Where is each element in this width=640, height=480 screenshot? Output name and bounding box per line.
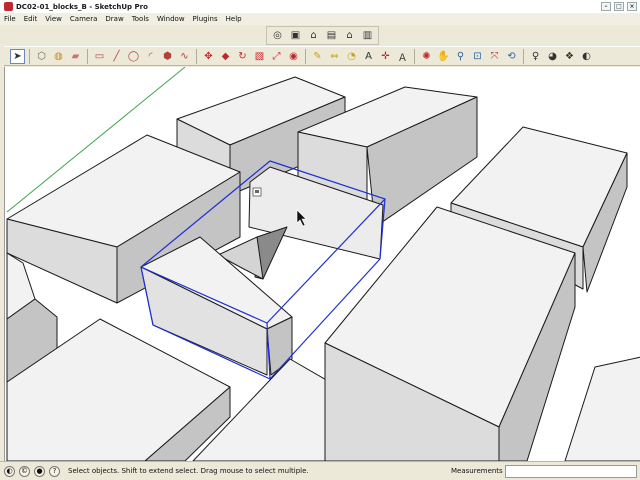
polygon-icon[interactable]: ⬢	[160, 49, 175, 64]
toolbar-separator	[305, 48, 306, 64]
toolbar-separator	[196, 48, 197, 64]
eraser-icon[interactable]: ▰	[68, 49, 83, 64]
move-icon[interactable]: ✥	[201, 49, 216, 64]
menu-draw[interactable]: Draw	[101, 15, 127, 23]
push-pull-icon[interactable]: ◆	[218, 49, 233, 64]
main-toolbar: ➤ ⬡ ◍ ▰ ▭ ╱ ◯ ◜ ⬢ ∿ ✥ ◆ ↻ ▧ ⤢ ◉ ✎ ⇔ ◔ A …	[4, 46, 640, 66]
menu-plugins[interactable]: Plugins	[189, 15, 222, 23]
freehand-icon[interactable]: ∿	[177, 49, 192, 64]
zoom-window-icon[interactable]: ⊡	[470, 49, 485, 64]
maximize-icon[interactable]: □	[614, 2, 624, 11]
section-plane-icon[interactable]: ◐	[579, 49, 594, 64]
offset-icon[interactable]: ◉	[286, 49, 301, 64]
axes-icon[interactable]: ✛	[378, 49, 393, 64]
text-icon[interactable]: A	[361, 49, 376, 64]
orbit-tool-icon[interactable]: ✺	[419, 49, 434, 64]
status-message: Select objects. Shift to extend select. …	[68, 467, 309, 475]
line-icon[interactable]: ╱	[109, 49, 124, 64]
walk-icon[interactable]: ❖	[562, 49, 577, 64]
protractor-icon[interactable]: ◔	[344, 49, 359, 64]
views-toolbar: ◎ ▣ ⌂ ▤ ⌂ ▥	[266, 26, 379, 45]
credits-icon[interactable]: ©	[19, 465, 30, 477]
menu-camera[interactable]: Camera	[66, 15, 101, 23]
arc-icon[interactable]: ◜	[143, 49, 158, 64]
house-icon[interactable]: ⌂	[342, 28, 357, 43]
status-bar: ◐ © ● ? Select objects. Shift to extend …	[0, 461, 640, 480]
model-canvas[interactable]	[5, 67, 640, 461]
menu-edit[interactable]: Edit	[20, 15, 42, 23]
pan-icon[interactable]: ✋	[436, 49, 451, 64]
previous-view-icon[interactable]: ⟲	[504, 49, 519, 64]
toolbar-separator	[87, 48, 88, 64]
sketchup-window: DC02-01_blocks_B - SketchUp Pro – □ × Fi…	[0, 0, 640, 480]
dimension-icon[interactable]: ⇔	[327, 49, 342, 64]
sketchup-app-icon	[4, 2, 13, 11]
block-bottom-right[interactable]	[564, 356, 640, 461]
menu-window[interactable]: Window	[153, 15, 189, 23]
measurements-label: Measurements	[451, 467, 503, 475]
menu-tools[interactable]: Tools	[128, 15, 153, 23]
make-component-icon[interactable]: ⬡	[34, 49, 49, 64]
menu-help[interactable]: Help	[222, 15, 246, 23]
rotate-icon[interactable]: ↻	[235, 49, 250, 64]
component-axis-marker	[252, 187, 262, 197]
top-view-icon[interactable]: ▤	[324, 28, 339, 43]
toolbar-separator	[414, 48, 415, 64]
position-camera-icon[interactable]: ♀	[528, 49, 543, 64]
geo-location-icon[interactable]: ◐	[4, 465, 15, 477]
toolbar-separator	[523, 48, 524, 64]
title-bar: DC02-01_blocks_B - SketchUp Pro – □ ×	[0, 0, 640, 13]
zoom-extents-icon[interactable]: ⤧	[487, 49, 502, 64]
help-icon[interactable]: ?	[49, 465, 60, 477]
follow-me-icon[interactable]: ▧	[252, 49, 267, 64]
scale-icon[interactable]: ⤢	[269, 49, 284, 64]
iso-view-icon[interactable]: ▣	[288, 28, 303, 43]
home-icon[interactable]: ⌂	[306, 28, 321, 43]
menu-bar: File Edit View Camera Draw Tools Window …	[0, 13, 640, 25]
window-title: DC02-01_blocks_B - SketchUp Pro	[16, 2, 148, 11]
measurements-input[interactable]	[505, 464, 637, 478]
front-view-icon[interactable]: ▥	[360, 28, 375, 43]
model-viewport[interactable]	[4, 67, 640, 461]
tape-measure-icon[interactable]: ✎	[310, 49, 325, 64]
orbit-icon[interactable]: ◎	[270, 28, 285, 43]
zoom-icon[interactable]: ⚲	[453, 49, 468, 64]
close-icon[interactable]: ×	[627, 2, 637, 11]
circle-icon[interactable]: ◯	[126, 49, 141, 64]
paint-bucket-icon[interactable]: ◍	[51, 49, 66, 64]
3d-text-icon[interactable]: Ａ	[395, 49, 410, 64]
look-around-icon[interactable]: ◕	[545, 49, 560, 64]
minimize-icon[interactable]: –	[601, 2, 611, 11]
user-icon[interactable]: ●	[34, 465, 45, 477]
select-icon[interactable]: ➤	[10, 48, 25, 64]
menu-view[interactable]: View	[41, 15, 66, 23]
menu-file[interactable]: File	[0, 15, 20, 23]
rectangle-icon[interactable]: ▭	[92, 49, 107, 64]
toolbar-separator	[29, 48, 30, 64]
